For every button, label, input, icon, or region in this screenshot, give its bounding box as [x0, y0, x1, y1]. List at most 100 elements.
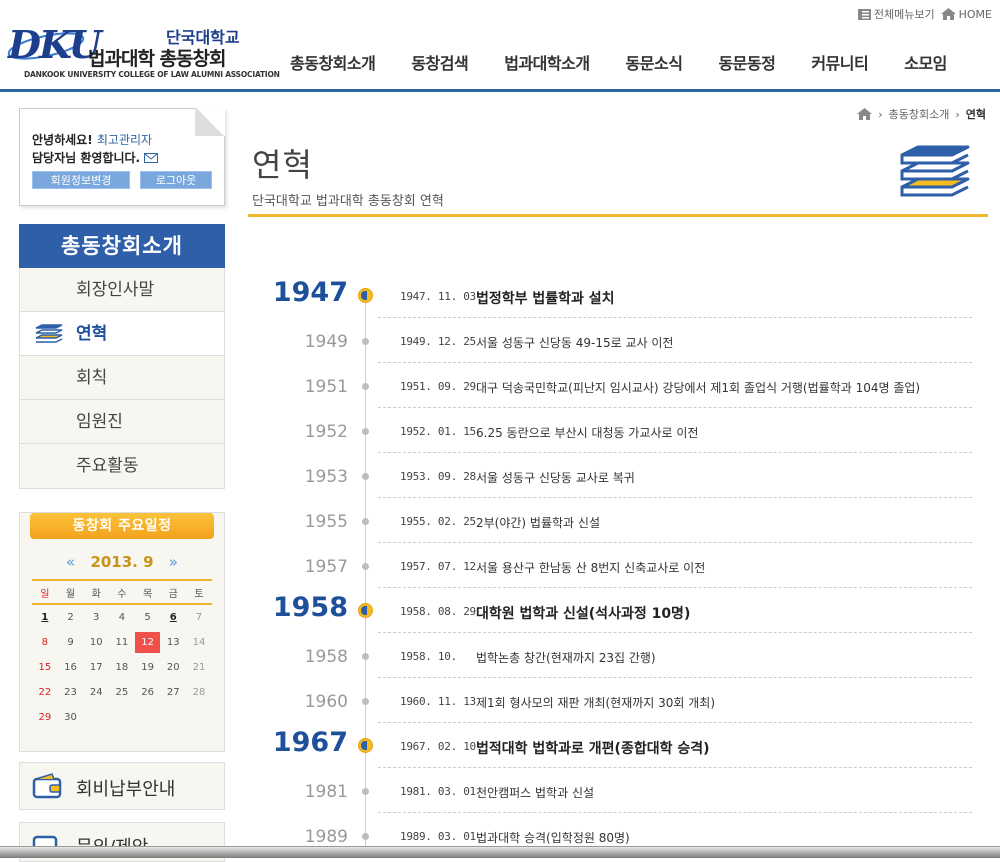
calendar-day[interactable]: 9 — [58, 637, 84, 648]
calendar-day[interactable]: 2 — [58, 612, 84, 623]
user-name: 최고관리자 — [96, 133, 153, 147]
timeline-date: 1951. 09. 29 — [400, 380, 476, 393]
page-title: 연혁 — [252, 146, 313, 184]
side-nav-item-activities[interactable]: 주요활동 — [20, 444, 224, 488]
timeline-dot-icon — [362, 788, 369, 795]
calendar-day[interactable]: 28 — [186, 687, 212, 698]
side-nav-item-greeting[interactable]: 회장인사말 — [20, 268, 224, 312]
calendar-day[interactable]: 23 — [58, 687, 84, 698]
calendar-day[interactable]: 26 — [135, 687, 161, 698]
side-nav: 회장인사말 연혁 회칙 임원진 주요활동 — [19, 268, 225, 489]
timeline-description: 대구 덕송국민학교(피난지 임시교사) 강당에서 제1회 졸업식 거행(법률학과… — [476, 381, 921, 395]
timeline-entry: 1949 1949. 12. 25 서울 성동구 신당동 49-15로 교사 이전 — [260, 318, 972, 363]
calendar-month-label: 2013. 9 — [90, 553, 154, 571]
timeline-date: 1989. 03. 01 — [400, 830, 476, 843]
calendar-day[interactable]: 27 — [160, 687, 186, 698]
timeline-description: 법적대학 법학과로 개편(종합대학 승격) — [476, 741, 710, 757]
calendar-day[interactable]: 6 — [160, 612, 186, 623]
timeline-date: 1957. 07. 12 — [400, 560, 476, 573]
timeline-description: 법학논총 창간(현재까지 23집 간행) — [476, 651, 656, 665]
fee-guide-label: 회비납부안내 — [76, 779, 176, 800]
calendar-week-row: 22 23 24 25 26 27 28 — [32, 680, 212, 705]
calendar-day[interactable]: 24 — [83, 687, 109, 698]
calendar-day[interactable]: 16 — [58, 662, 84, 673]
calendar-day[interactable]: 21 — [186, 662, 212, 673]
timeline-description: 법과대학 승격(입학정원 80명) — [476, 831, 630, 845]
side-nav-item-history[interactable]: 연혁 — [20, 312, 224, 356]
timeline-year: 1951 — [304, 377, 348, 397]
fee-guide-link[interactable]: 회비납부안내 — [19, 762, 225, 810]
timeline-description: 천안캠퍼스 법학과 신설 — [476, 786, 595, 800]
gnb-item-college[interactable]: 법과대학소개 — [504, 50, 590, 74]
side-nav-item-bylaws[interactable]: 회칙 — [20, 356, 224, 400]
calendar-day[interactable]: 8 — [32, 637, 58, 648]
home-icon[interactable] — [857, 108, 873, 120]
gnb-item-about[interactable]: 총동창회소개 — [290, 50, 376, 74]
calendar-day[interactable]: 14 — [186, 637, 212, 648]
mail-icon[interactable] — [144, 152, 159, 163]
timeline-date: 1958. 08. 29 — [400, 605, 476, 618]
calendar-day[interactable]: 25 — [109, 687, 135, 698]
timeline-dot-icon — [362, 383, 369, 390]
calendar-day[interactable]: 29 — [32, 712, 58, 723]
logo-dku: DKU — [8, 22, 102, 67]
calendar-day[interactable]: 3 — [83, 612, 109, 623]
calendar-day[interactable]: 5 — [135, 612, 161, 623]
calendar-day[interactable]: 13 — [160, 637, 186, 648]
calendar-week-row: 8 9 10 11 12 13 14 — [32, 630, 212, 655]
gnb-item-news[interactable]: 동문소식 — [626, 50, 683, 74]
weekday-label: 목 — [142, 588, 153, 600]
calendar-day[interactable]: 19 — [135, 662, 161, 673]
home-icon — [940, 8, 956, 20]
edit-profile-button[interactable]: 회원정보변경 — [32, 171, 130, 189]
timeline-year: 1989 — [304, 827, 348, 847]
sitemap-link[interactable]: 전체메뉴보기 — [857, 6, 935, 22]
timeline-dot-icon — [362, 563, 369, 570]
page-subtitle: 단국대학교 법과대학 총동창회 연혁 — [252, 194, 444, 209]
timeline-entry: 1958 1958. 08. 29 대학원 법학과 신설(석사과정 10명) — [260, 588, 972, 633]
calendar-week-row: 1234567 — [32, 605, 212, 630]
weekday-label: 토 — [194, 588, 204, 600]
side-nav-item-officers[interactable]: 임원진 — [20, 400, 224, 444]
calendar-grid: 일 월 화 수 목 금 토 1 2 3 4 5 6 7 8 9 10 11 12 13 14 15 16 17 1… — [32, 579, 212, 730]
timeline-date: 1955. 02. 25 — [400, 515, 476, 528]
logout-button[interactable]: 로그아웃 — [140, 171, 212, 189]
calendar-day[interactable]: 20 — [160, 662, 186, 673]
gnb-item-activities[interactable]: 동문동정 — [718, 50, 775, 74]
timeline-major-marker-icon — [358, 738, 373, 753]
breadcrumb-current: 연혁 — [965, 108, 986, 121]
gnb-item-clubs[interactable]: 소모임 — [904, 50, 947, 74]
calendar-day[interactable]: 17 — [83, 662, 109, 673]
gnb-item-community[interactable]: 커뮤니티 — [811, 50, 868, 74]
event-calendar: 동창회 주요일정 « 2013. 9 » 일 월 화 수 목 금 토 12345… — [19, 512, 225, 752]
timeline-major-marker-icon — [358, 288, 373, 303]
home-link[interactable]: HOME — [940, 8, 992, 21]
calendar-day[interactable]: 12 — [134, 632, 161, 653]
calendar-day[interactable]: 15 — [32, 662, 58, 673]
logo-association: 법과대학 총동창회 — [88, 48, 226, 70]
breadcrumb-section[interactable]: 총동창회소개 — [889, 106, 950, 122]
calendar-day[interactable]: 11 — [109, 637, 135, 648]
chevron-right-icon: › — [955, 107, 960, 121]
calendar-day[interactable]: 10 — [83, 637, 109, 648]
login-welcome: 담당자님 환영합니다. — [32, 149, 159, 166]
calendar-day[interactable]: 7 — [186, 612, 212, 623]
calendar-week-row: 29 30 — [32, 705, 212, 730]
gnb-item-search[interactable]: 동창검색 — [411, 50, 468, 74]
timeline-entry: 1957 1957. 07. 12 서울 용산구 한남동 산 8번지 신축교사로 이… — [260, 543, 972, 588]
side-nav-title: 총동창회소개 — [19, 224, 225, 268]
calendar-day[interactable]: 4 — [109, 612, 135, 623]
calendar-week-row: 15 16 17 18 19 20 21 — [32, 655, 212, 680]
timeline-date: 1947. 11. 03 — [400, 290, 476, 303]
next-month-button[interactable]: » — [169, 553, 178, 571]
timeline-date: 1953. 09. 28 — [400, 470, 476, 483]
calendar-day[interactable]: 1 — [32, 612, 58, 623]
prev-month-button[interactable]: « — [66, 553, 75, 571]
timeline-year: 1981 — [304, 782, 348, 802]
calendar-day[interactable]: 30 — [58, 712, 84, 723]
calendar-day[interactable]: 18 — [109, 662, 135, 673]
site-logo[interactable]: DKU 단국대학교 법과대학 총동창회 DANKOOK UNIVERSITY C… — [7, 22, 280, 82]
weekday-label: 월 — [65, 588, 76, 600]
calendar-day[interactable]: 22 — [32, 687, 58, 698]
login-buttons: 회원정보변경 로그아웃 — [32, 171, 212, 189]
